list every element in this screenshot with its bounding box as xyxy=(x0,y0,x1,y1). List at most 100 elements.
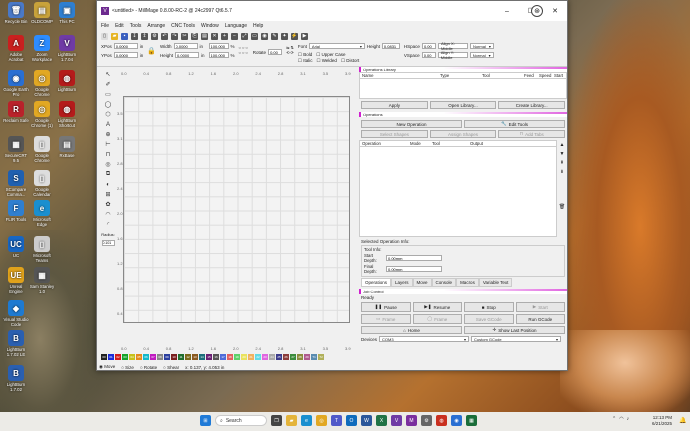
notification-bell-icon[interactable]: 🔔 xyxy=(679,417,686,424)
desktop-icon[interactable]: R Reclaim Safe xyxy=(3,101,29,123)
palette-swatch[interactable]: 00 xyxy=(101,354,107,360)
palette-swatch[interactable]: 10 xyxy=(171,354,177,360)
zoom-fit-icon[interactable]: ⤢ xyxy=(241,32,248,40)
align-x-select[interactable]: Align X: Middle xyxy=(437,41,468,51)
clock[interactable]: 12:13 PM 6/21/2025 xyxy=(652,415,672,427)
palette-swatch[interactable]: 03 xyxy=(122,354,128,360)
font-height-input[interactable] xyxy=(381,43,400,49)
desktop-icon[interactable]: B LightBurn 1.7.02 LE xyxy=(3,330,29,357)
panel-tab[interactable]: Move xyxy=(412,278,432,287)
anchor-grid-icon[interactable]: ○○○ ○○○ xyxy=(239,45,249,55)
tools-icon[interactable]: ✦ xyxy=(281,32,288,40)
menu-item[interactable]: Edit xyxy=(115,23,124,29)
palette-swatch[interactable]: 16 xyxy=(213,354,219,360)
desktop-icon[interactable]: ▯ Microsoft Teams xyxy=(29,236,55,263)
desktop-icon[interactable]: ▯ Google Calendar xyxy=(29,170,55,197)
trace-icon[interactable]: ✎ xyxy=(271,32,278,40)
delete-icon[interactable]: ✕ xyxy=(211,32,218,40)
file-explorer-icon[interactable]: ▰ xyxy=(286,415,297,426)
corner-tool-icon[interactable]: ◜ xyxy=(105,221,112,228)
chevron-up-icon[interactable]: ⌃ xyxy=(612,416,616,422)
palette-swatch[interactable]: 13 xyxy=(192,354,198,360)
excel-taskbar-icon[interactable]: X xyxy=(376,415,387,426)
desktop-icon[interactable]: ▣ This PC xyxy=(54,2,80,24)
stop-button[interactable]: ■ Stop xyxy=(464,302,514,312)
weld-tool-icon[interactable]: ⧉ xyxy=(105,171,112,178)
desktop-icon[interactable]: ◎ Google Chrome (1) xyxy=(29,101,55,128)
tabs-tool-icon[interactable]: ⊓ xyxy=(105,151,112,158)
chrome-taskbar-icon[interactable]: ◎ xyxy=(316,415,327,426)
fillet-tool-icon[interactable]: ◠ xyxy=(105,211,112,218)
menu-item[interactable]: Arrange xyxy=(147,23,165,29)
move-down-icon[interactable]: ▼ xyxy=(560,151,565,157)
zoom-in-icon[interactable]: + xyxy=(221,32,228,40)
select-tool-icon[interactable]: ↖ xyxy=(105,71,112,78)
hspace-input[interactable] xyxy=(421,43,436,49)
height-percent-input[interactable] xyxy=(208,52,229,58)
boolean-tool-icon[interactable]: ◐ xyxy=(105,181,112,188)
palette-swatch[interactable]: 05 xyxy=(136,354,142,360)
edit-nodes-icon[interactable]: ✐ xyxy=(105,81,112,88)
desktop-icon[interactable]: ◍ LightBurn Shortcut xyxy=(54,101,80,128)
rotate-input[interactable] xyxy=(268,49,283,55)
menu-item[interactable]: Window xyxy=(201,23,219,29)
desktop-icon[interactable]: S SCompare Comma... xyxy=(3,170,29,197)
desktop-icon[interactable]: ◉ Google Earth Pro xyxy=(3,70,29,97)
size-mode[interactable]: ○ Size xyxy=(121,365,134,370)
start-button-windows-icon[interactable]: ⊞ xyxy=(200,415,211,426)
panel-tab[interactable]: Variable Text xyxy=(478,278,513,287)
app-taskbar-icon-1[interactable]: ◍ xyxy=(436,415,447,426)
lock-icon[interactable]: 🔒 xyxy=(147,47,156,55)
millmage-taskbar-icon[interactable]: M xyxy=(406,415,417,426)
palette-swatch[interactable]: 22 xyxy=(255,354,261,360)
cut-icon[interactable]: ✂ xyxy=(181,32,188,40)
import-icon[interactable]: ↧ xyxy=(131,32,138,40)
lightburn-taskbar-icon[interactable]: V xyxy=(391,415,402,426)
menu-item[interactable]: Tools xyxy=(130,23,142,29)
desktop-icon[interactable]: F FLIR Tools xyxy=(3,200,29,222)
desktop-icon[interactable]: ▤ OLDCOMP xyxy=(29,2,55,24)
app-taskbar-icon-2[interactable]: ◉ xyxy=(451,415,462,426)
array-tool-icon[interactable]: ⊞ xyxy=(105,191,112,198)
move-bottom-icon[interactable]: ⇟ xyxy=(560,169,564,175)
width-percent-input[interactable] xyxy=(208,43,229,49)
font-select[interactable]: Arial ▾ xyxy=(308,43,365,49)
palette-swatch[interactable]: T1 xyxy=(311,354,317,360)
move-mode[interactable]: ◉ Move xyxy=(99,364,115,370)
offset-tool-icon[interactable]: ◎ xyxy=(105,161,112,168)
new-operation-button[interactable]: New Operation xyxy=(361,120,462,128)
assign-shapes-button[interactable]: Assign Shapes xyxy=(429,130,497,138)
add-tabs-button[interactable]: ⊓ Add Tabs xyxy=(498,130,566,138)
palette-swatch[interactable]: 18 xyxy=(227,354,233,360)
system-tray[interactable]: ⌃ ◠ ♪ xyxy=(612,416,629,422)
menu-item[interactable]: CNC Tools xyxy=(171,23,195,29)
rotate-mode[interactable]: ○ Rotate xyxy=(140,365,157,370)
desktop-icon[interactable]: ▦ Sam Stanley 1.0 xyxy=(29,267,55,294)
ypos-input[interactable] xyxy=(113,52,138,58)
zoom-out-icon[interactable]: − xyxy=(231,32,238,40)
palette-swatch[interactable]: 25 xyxy=(276,354,282,360)
menu-item[interactable]: File xyxy=(101,23,109,29)
redo-icon[interactable]: ↷ xyxy=(171,32,178,40)
desktop-icon[interactable]: ▦ SecureCRT 9.5 xyxy=(3,136,29,163)
vspace-input[interactable] xyxy=(421,52,436,58)
palette-swatch[interactable]: T2 xyxy=(318,354,324,360)
palette-swatch[interactable]: 07 xyxy=(150,354,156,360)
shear-mode[interactable]: ○ Shear xyxy=(163,365,179,370)
palette-swatch[interactable]: 12 xyxy=(185,354,191,360)
outlook-taskbar-icon[interactable]: O xyxy=(346,415,357,426)
run-gcode-button[interactable]: Run GCode xyxy=(515,314,565,324)
operations-list[interactable] xyxy=(359,147,557,237)
xpos-input[interactable] xyxy=(113,43,138,49)
distort-checkbox[interactable]: ☐ Distort xyxy=(341,58,359,64)
edge-taskbar-icon[interactable]: e xyxy=(301,415,312,426)
optimize-icon[interactable]: ⚡ xyxy=(291,32,298,40)
align-y-select[interactable]: Align Y: Middle xyxy=(437,50,468,60)
menu-item[interactable]: Language xyxy=(225,23,247,29)
palette-swatch[interactable]: 02 xyxy=(115,354,121,360)
desktop-icon[interactable]: ▤ RxBase xyxy=(54,136,80,158)
desktop-icon[interactable]: ▯ Google Chrome xyxy=(29,136,55,163)
palette-swatch[interactable]: 17 xyxy=(220,354,226,360)
palette-swatch[interactable]: 29 xyxy=(304,354,310,360)
port-select[interactable]: COM3 ▾ xyxy=(379,336,470,342)
